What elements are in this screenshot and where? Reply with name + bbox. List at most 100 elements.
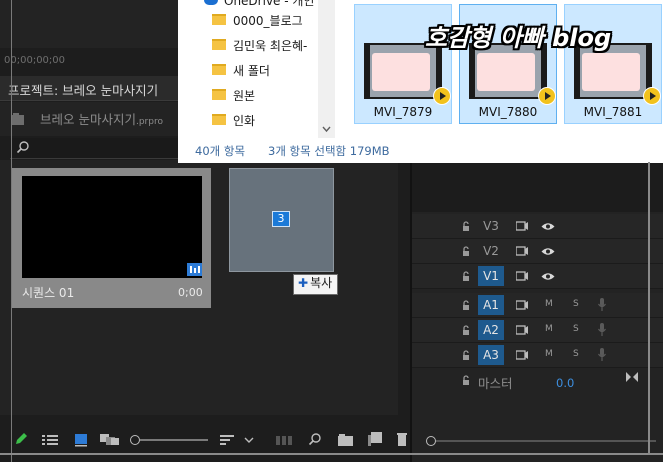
- mute-button[interactable]: M: [545, 324, 553, 334]
- folder-icon: [212, 14, 226, 25]
- new-item-icon[interactable]: [368, 432, 382, 446]
- track-target-v1[interactable]: V1: [478, 266, 504, 286]
- eye-icon[interactable]: [541, 247, 555, 256]
- track-row-a3: [412, 343, 663, 368]
- sync-lock-icon[interactable]: [516, 300, 528, 310]
- sync-lock-icon[interactable]: [516, 325, 528, 335]
- sequence-duration: 0;00: [178, 286, 203, 299]
- sort-icon[interactable]: [220, 434, 236, 446]
- track-row-v3: [412, 214, 663, 239]
- lock-icon[interactable]: [462, 350, 470, 360]
- sequence-thumbnail[interactable]: [22, 176, 202, 278]
- zoom-slider-handle[interactable]: [130, 435, 140, 445]
- nav-item-onedrive[interactable]: OneDrive - 개인: [204, 0, 314, 9]
- sync-lock-icon[interactable]: [516, 350, 528, 360]
- lock-icon[interactable]: [462, 375, 470, 385]
- sync-lock-icon[interactable]: [516, 271, 528, 281]
- new-bin-icon[interactable]: [338, 434, 353, 446]
- track-target-a3[interactable]: A3: [478, 345, 504, 365]
- play-badge-icon: [538, 87, 556, 105]
- drag-count-badge: 3: [272, 211, 290, 227]
- track-target-v2[interactable]: V2: [478, 241, 504, 261]
- blog-watermark: 호감형 아빠 blog: [425, 24, 612, 52]
- timeline-ruler-area[interactable]: [412, 162, 663, 212]
- blurred-face-overlay: [372, 53, 430, 91]
- nav-folder-item[interactable]: 원본: [212, 85, 318, 107]
- track-target-a2[interactable]: A2: [478, 320, 504, 340]
- timeline-zoom-scrollbar[interactable]: [420, 432, 663, 450]
- nav-folder-label: 0000_블로그: [233, 14, 303, 28]
- trash-icon[interactable]: [397, 432, 407, 446]
- track-row-v2: [412, 239, 663, 264]
- lock-icon[interactable]: [462, 300, 470, 310]
- folder-icon: [212, 114, 226, 125]
- lock-icon[interactable]: [462, 325, 470, 335]
- list-view-icon[interactable]: [42, 434, 58, 446]
- eye-icon[interactable]: [541, 272, 555, 281]
- sequence-icon: [187, 263, 202, 276]
- solo-button[interactable]: S: [573, 299, 579, 309]
- zoom-slider[interactable]: [130, 435, 208, 445]
- nav-folder-label: 새 폴더: [233, 64, 270, 78]
- project-file-name: 브레오 눈마사지기.prpro: [40, 109, 163, 128]
- nav-folder-label: 인화: [233, 114, 256, 128]
- eye-icon[interactable]: [541, 222, 555, 231]
- lock-icon[interactable]: [462, 246, 470, 256]
- lock-icon[interactable]: [462, 221, 470, 231]
- scroll-down-arrow-icon[interactable]: [322, 126, 331, 133]
- lock-icon[interactable]: [462, 271, 470, 281]
- timeline-scroll-track: [436, 440, 656, 442]
- track-target-v3[interactable]: V3: [478, 216, 504, 236]
- nav-folder-label: 김민욱 최은혜-: [233, 39, 308, 53]
- nav-folder-item[interactable]: 0000_블로그: [212, 10, 318, 32]
- copy-tooltip-label: 복사: [310, 276, 333, 290]
- nav-pane-scrollbar[interactable]: [318, 0, 335, 138]
- master-volume-value[interactable]: 0.0: [556, 376, 574, 390]
- video-file-name: MVI_7881: [583, 105, 643, 119]
- icon-view-icon[interactable]: [74, 433, 88, 447]
- master-track-label: 마스터: [478, 376, 513, 391]
- mute-button[interactable]: M: [545, 349, 553, 359]
- chevron-down-icon[interactable]: [244, 436, 254, 444]
- sync-lock-icon[interactable]: [516, 221, 528, 231]
- cloud-icon: [204, 0, 218, 5]
- video-file-name: MVI_7880: [478, 105, 538, 119]
- microphone-icon[interactable]: [598, 323, 606, 336]
- timecode-readout: 00;00;00;00: [4, 55, 66, 66]
- track-row-v1: [412, 264, 663, 289]
- play-badge-icon: [643, 87, 661, 105]
- timeline-scroll-handle[interactable]: [426, 436, 436, 446]
- go-to-edge-icon[interactable]: [626, 372, 638, 382]
- freeform-view-icon[interactable]: [100, 434, 120, 446]
- automate-to-sequence-icon[interactable]: [276, 434, 294, 446]
- explorer-status-bar: [178, 138, 663, 163]
- copy-tooltip: ✚ 복사: [293, 274, 339, 295]
- panel-focus-frame: [0, 0, 12, 462]
- nav-folder-item[interactable]: 김민욱 최은혜-: [212, 35, 318, 57]
- folder-icon: [212, 89, 226, 100]
- solo-button[interactable]: S: [573, 324, 579, 334]
- project-file-ext: .prpro: [135, 117, 163, 127]
- project-file-icon: [12, 113, 24, 125]
- blurred-face-overlay: [477, 53, 535, 91]
- mute-button[interactable]: M: [545, 299, 553, 309]
- microphone-icon[interactable]: [598, 348, 606, 361]
- sequence-name: 시퀀스 01: [22, 286, 75, 300]
- pencil-icon[interactable]: [14, 432, 28, 446]
- track-target-a1[interactable]: A1: [478, 295, 504, 315]
- find-icon[interactable]: [308, 432, 322, 446]
- search-icon: [16, 141, 29, 154]
- nav-item-onedrive-label: OneDrive - 개인: [224, 0, 315, 8]
- folder-icon: [212, 39, 226, 50]
- premiere-top-bar: [0, 0, 180, 48]
- panel-focus-frame-right: [648, 162, 650, 454]
- track-row-a2: [412, 318, 663, 343]
- plus-icon: ✚: [298, 276, 309, 290]
- nav-folder-item[interactable]: 새 폴더: [212, 60, 318, 82]
- play-triangle: [545, 92, 551, 100]
- solo-button[interactable]: S: [573, 349, 579, 359]
- nav-folder-item[interactable]: 인화: [212, 110, 318, 132]
- sync-lock-icon[interactable]: [516, 246, 528, 256]
- status-item-count: 40개 항목: [195, 144, 246, 158]
- microphone-icon[interactable]: [598, 298, 606, 311]
